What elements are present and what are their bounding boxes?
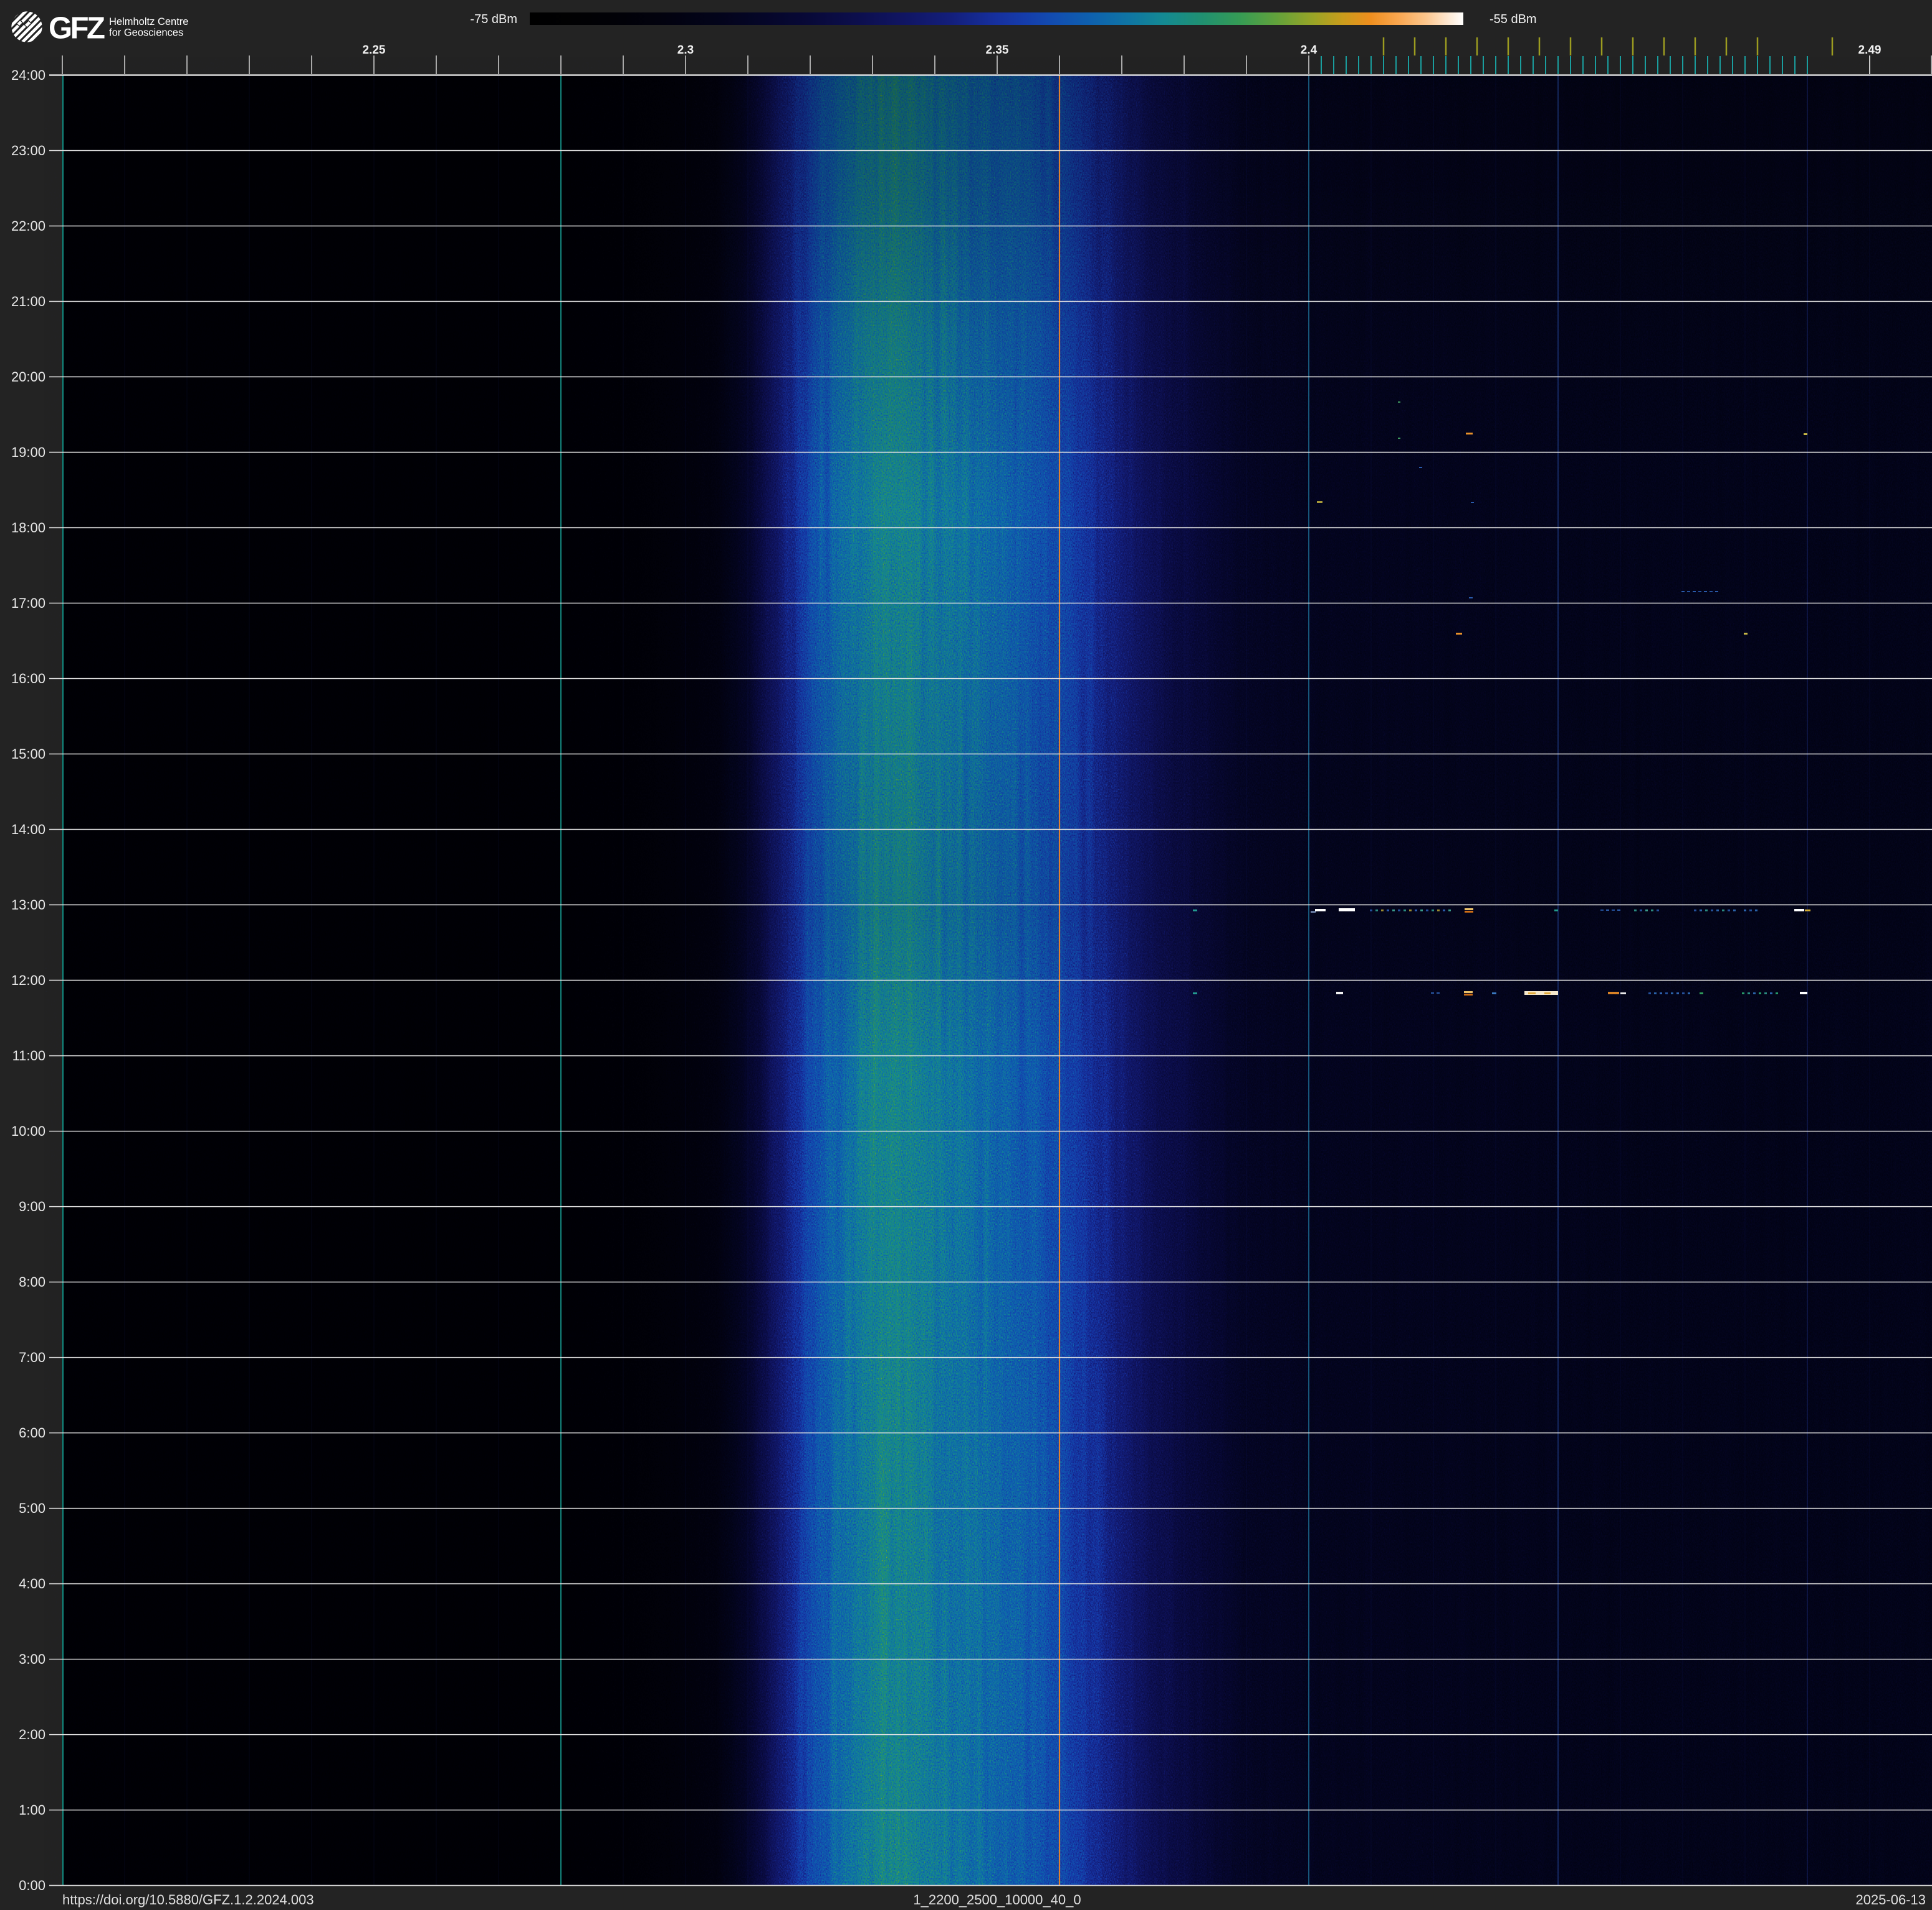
svg-text:-75 dBm: -75 dBm	[470, 12, 517, 26]
svg-text:10:00: 10:00	[11, 1123, 45, 1139]
svg-text:2.25: 2.25	[363, 44, 386, 57]
svg-text:21:00: 21:00	[11, 294, 45, 309]
svg-text:-55 dBm: -55 dBm	[1490, 12, 1537, 26]
svg-text:6:00: 6:00	[19, 1425, 45, 1441]
svg-text:Helmholtz Centre: Helmholtz Centre	[109, 16, 188, 27]
svg-text:17:00: 17:00	[11, 595, 45, 611]
svg-text:18:00: 18:00	[11, 520, 45, 535]
svg-text:15:00: 15:00	[11, 746, 45, 762]
svg-text:for Geosciences: for Geosciences	[109, 27, 183, 39]
svg-text:2.49: 2.49	[1858, 44, 1882, 57]
svg-text:5:00: 5:00	[19, 1500, 45, 1516]
svg-text:0:00: 0:00	[19, 1878, 45, 1893]
svg-text:2.35: 2.35	[986, 44, 1009, 57]
svg-text:13:00: 13:00	[11, 897, 45, 913]
svg-text:12:00: 12:00	[11, 972, 45, 988]
svg-text:2.4: 2.4	[1301, 44, 1317, 57]
svg-text:16:00: 16:00	[11, 671, 45, 686]
svg-text:2.3: 2.3	[677, 44, 694, 57]
svg-text:1_2200_2500_10000_40_0: 1_2200_2500_10000_40_0	[913, 1892, 1081, 1908]
svg-text:7:00: 7:00	[19, 1350, 45, 1365]
svg-text:https://doi.org/10.5880/GFZ.1.: https://doi.org/10.5880/GFZ.1.2.2024.003	[62, 1892, 314, 1908]
svg-text:24:00: 24:00	[11, 67, 45, 83]
svg-text:19:00: 19:00	[11, 444, 45, 460]
svg-text:22:00: 22:00	[11, 218, 45, 234]
svg-text:8:00: 8:00	[19, 1274, 45, 1290]
svg-text:1:00: 1:00	[19, 1802, 45, 1818]
svg-text:9:00: 9:00	[19, 1199, 45, 1214]
svg-text:GFZ: GFZ	[49, 12, 105, 46]
svg-text:4:00: 4:00	[19, 1576, 45, 1591]
svg-text:14:00: 14:00	[11, 822, 45, 837]
svg-text:3:00: 3:00	[19, 1651, 45, 1667]
svg-text:2:00: 2:00	[19, 1727, 45, 1742]
svg-text:2025-06-13: 2025-06-13	[1855, 1892, 1926, 1908]
svg-text:11:00: 11:00	[12, 1048, 45, 1063]
svg-text:20:00: 20:00	[11, 369, 45, 385]
svg-text:23:00: 23:00	[11, 143, 45, 158]
